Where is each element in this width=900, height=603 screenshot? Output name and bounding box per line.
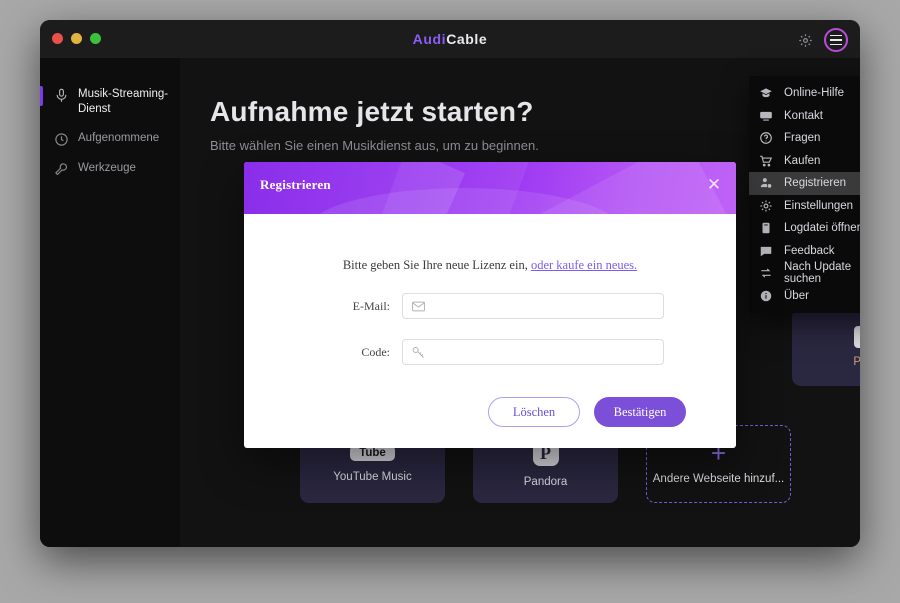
monitor-icon — [759, 109, 773, 123]
sidebar-item-label: Musik-Streaming-Dienst — [78, 88, 169, 115]
app-title-suffix: Cable — [446, 31, 488, 47]
menu-item-label: Über — [784, 289, 809, 302]
dialog-actions: Löschen Bestätigen — [274, 397, 706, 427]
service-icon — [853, 326, 860, 348]
code-label: Code: — [361, 344, 390, 359]
sidebar: Musik-Streaming-Dienst Aufgenommene Werk… — [40, 58, 180, 547]
dialog-body: Bitte geben Sie Ihre neue Lizenz ein, od… — [244, 258, 736, 427]
hamburger-menu-icon[interactable] — [824, 28, 848, 52]
confirm-button[interactable]: Bestätigen — [594, 397, 686, 427]
menu-item-label: Online-Hilfe — [784, 87, 845, 100]
screen: AudiCable Musik-Streaming-Dienst Aufgeno… — [0, 0, 900, 603]
sidebar-item-label: Aufgenommene — [78, 132, 160, 144]
menu-item-label: Fragen — [784, 132, 821, 145]
document-icon — [759, 221, 773, 235]
gear-icon[interactable] — [794, 29, 816, 51]
question-circle-icon — [759, 131, 773, 145]
sidebar-item-music-streaming[interactable]: Musik-Streaming-Dienst — [40, 80, 180, 124]
menu-item-label: Feedback — [784, 244, 835, 257]
titlebar-actions — [794, 28, 848, 52]
refresh-icon — [759, 266, 773, 280]
info-circle-icon — [759, 289, 773, 303]
menu-item-contact[interactable]: Kontakt — [749, 105, 860, 128]
register-dialog: Registrieren ✕ Bitte geben Sie Ihre neue… — [244, 162, 736, 448]
titlebar: AudiCable — [40, 20, 860, 58]
wrench-icon — [54, 162, 69, 177]
menu-item-online-help[interactable]: Online-Hilfe — [749, 82, 860, 105]
dialog-hint-text: Bitte geben Sie Ihre neue Lizenz ein, — [342, 258, 528, 272]
app-title-prefix: Audi — [412, 31, 447, 47]
sidebar-item-label: Werkzeuge — [78, 162, 136, 174]
app-window: AudiCable Musik-Streaming-Dienst Aufgeno… — [40, 20, 860, 547]
card-label: Andere Webseite hinzuf... — [652, 473, 785, 485]
sidebar-item-recorded[interactable]: Aufgenommene — [40, 124, 180, 154]
menu-item-open-log[interactable]: Logdatei öffnen — [749, 217, 860, 240]
dialog-hint: Bitte geben Sie Ihre neue Lizenz ein, od… — [274, 258, 706, 273]
microphone-icon — [54, 88, 69, 103]
user-settings-icon — [759, 176, 773, 190]
email-label: E-Mail: — [352, 298, 390, 313]
envelope-icon — [411, 299, 426, 314]
menu-item-label: Kaufen — [784, 154, 821, 167]
menu-item-settings[interactable]: Einstellungen — [749, 195, 860, 218]
menu-item-label: Einstellungen — [784, 199, 854, 212]
email-input[interactable] — [433, 294, 661, 318]
gear-icon — [759, 199, 773, 213]
menu-item-faq[interactable]: Fragen — [749, 127, 860, 150]
menu-item-feedback[interactable]: Feedback — [749, 240, 860, 263]
card-label: Plus — [853, 356, 860, 368]
page-subtitle: Bitte wählen Sie einen Musikdienst aus, … — [210, 138, 539, 153]
card-label: YouTube Music — [333, 471, 412, 483]
email-row: E-Mail: — [274, 293, 706, 319]
code-input[interactable] — [433, 340, 661, 364]
menu-item-buy[interactable]: Kaufen — [749, 150, 860, 173]
speech-bubble-icon — [759, 244, 773, 258]
menu-item-about[interactable]: Über — [749, 285, 860, 308]
menu-item-label: Nach Update suchen — [784, 261, 852, 286]
buy-license-link[interactable]: oder kaufe ein neues. — [531, 258, 637, 272]
clear-button[interactable]: Löschen — [488, 397, 580, 427]
app-menu: Online-Hilfe Kontakt Fragen Kaufen Regis… — [749, 76, 860, 313]
menu-item-label: Logdatei öffnen — [784, 222, 860, 235]
graduation-cap-icon — [759, 86, 773, 100]
key-icon — [411, 345, 426, 360]
service-card-hidden[interactable]: Plus — [792, 308, 860, 386]
dialog-title: Registrieren — [260, 177, 331, 192]
code-row: Code: — [274, 339, 706, 365]
app-title: AudiCable — [40, 31, 860, 47]
menu-item-register[interactable]: Registrieren — [749, 172, 860, 195]
close-icon[interactable]: ✕ — [704, 175, 724, 195]
card-label: Pandora — [523, 476, 568, 488]
menu-item-label: Kontakt — [784, 109, 823, 122]
email-field[interactable] — [402, 293, 664, 319]
dialog-header: Registrieren ✕ — [244, 162, 736, 214]
sidebar-item-tools[interactable]: Werkzeuge — [40, 154, 180, 184]
menu-item-label: Registrieren — [784, 177, 846, 190]
code-field[interactable] — [402, 339, 664, 365]
page-title: Aufnahme jetzt starten? — [210, 96, 534, 127]
shopping-cart-icon — [759, 154, 773, 168]
menu-item-check-update[interactable]: Nach Update suchen — [749, 261, 860, 286]
clock-icon — [54, 132, 69, 147]
